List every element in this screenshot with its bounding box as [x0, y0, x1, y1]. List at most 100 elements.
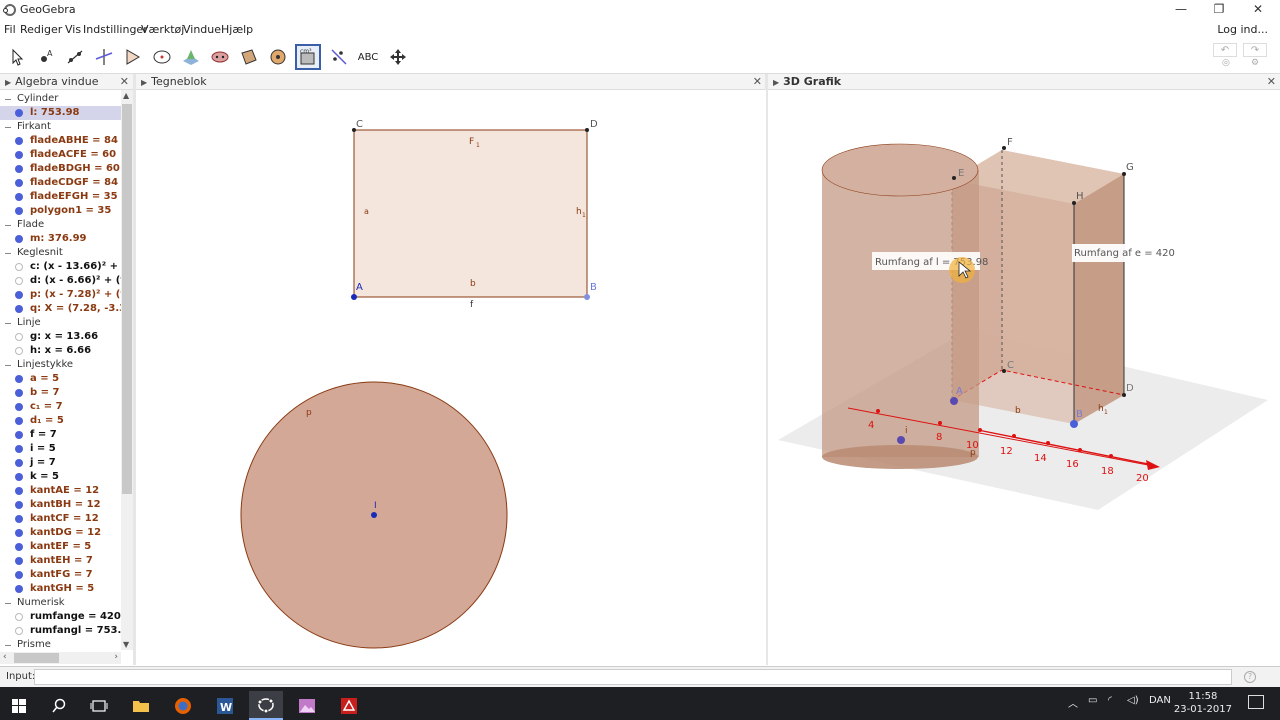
point3d-a[interactable]: [950, 397, 958, 405]
acrobat-icon[interactable]: [332, 691, 366, 720]
scroll-down-icon[interactable]: ▼: [123, 640, 129, 649]
visibility-toggle-icon[interactable]: [15, 543, 23, 551]
visibility-toggle-icon[interactable]: [15, 179, 23, 187]
visibility-toggle-icon[interactable]: [15, 487, 23, 495]
point3d-b[interactable]: [1070, 420, 1078, 428]
visibility-toggle-icon[interactable]: [15, 403, 23, 411]
firefox-icon[interactable]: [166, 691, 200, 720]
visibility-toggle-icon[interactable]: [15, 207, 23, 215]
algebra-item[interactable]: fladeABHE = 84: [0, 134, 122, 148]
algebra-category[interactable]: Prisme: [0, 638, 122, 652]
line-tool-icon[interactable]: [62, 44, 88, 70]
point3d-c[interactable]: [1002, 369, 1006, 373]
algebra-category[interactable]: Flade: [0, 218, 122, 232]
algebra-item[interactable]: j = 7: [0, 456, 122, 470]
algebra-category[interactable]: Numerisk: [0, 596, 122, 610]
algebra-item[interactable]: kantCF = 12: [0, 512, 122, 526]
input-help-icon[interactable]: ?: [1244, 671, 1256, 683]
algebra-item[interactable]: c: (x - 13.66)² + (y -: [0, 260, 122, 274]
algebra-item[interactable]: q: X = (7.28, -3.32,: [0, 302, 122, 316]
algebra-item[interactable]: m: 376.99: [0, 232, 122, 246]
menu-hjaelp[interactable]: Hjælp: [221, 23, 253, 36]
algebra-item[interactable]: b = 7: [0, 386, 122, 400]
visibility-toggle-icon[interactable]: [15, 347, 23, 355]
wifi-icon[interactable]: ◜: [1108, 695, 1112, 706]
visibility-toggle-icon[interactable]: [15, 459, 23, 467]
visibility-toggle-icon[interactable]: [15, 109, 23, 117]
expand-triangle-icon[interactable]: ▶: [141, 75, 147, 91]
redo-icon[interactable]: ↷: [1243, 43, 1267, 57]
visibility-toggle-icon[interactable]: [15, 291, 23, 299]
restore-button[interactable]: ❐: [1200, 0, 1238, 20]
cylinder-body[interactable]: [822, 170, 979, 457]
login-link[interactable]: Log ind...: [1217, 23, 1268, 36]
algebra-item[interactable]: c₁ = 7: [0, 400, 122, 414]
windows-start-icon[interactable]: [2, 691, 36, 720]
menu-vindue[interactable]: Vindue: [183, 23, 221, 36]
visibility-toggle-icon[interactable]: [15, 557, 23, 565]
algebra-item[interactable]: fladeACFE = 60: [0, 148, 122, 162]
word-icon[interactable]: W: [208, 691, 242, 720]
visibility-toggle-icon[interactable]: [15, 333, 23, 341]
rectangle-face[interactable]: [353, 129, 588, 298]
visibility-toggle-icon[interactable]: [15, 613, 23, 621]
algebra-category[interactable]: Firkant: [0, 120, 122, 134]
visibility-toggle-icon[interactable]: [15, 151, 23, 159]
input-field[interactable]: [34, 669, 1232, 685]
visibility-toggle-icon[interactable]: [15, 501, 23, 509]
language-indicator[interactable]: DAN: [1149, 695, 1171, 706]
search-icon[interactable]: [42, 691, 76, 720]
close-algebra-icon[interactable]: ✕: [120, 74, 129, 90]
algebra-category[interactable]: Linjestykke: [0, 358, 122, 372]
close-graphics3d-icon[interactable]: ✕: [1267, 74, 1276, 90]
close-button[interactable]: ✕: [1239, 0, 1277, 20]
circle-tool-icon[interactable]: [149, 44, 175, 70]
algebra-item[interactable]: polygon1 = 35: [0, 204, 122, 218]
algebra-item[interactable]: fladeEFGH = 35: [0, 190, 122, 204]
expand-triangle-icon[interactable]: ▶: [773, 75, 779, 91]
algebra-category[interactable]: Cylinder: [0, 92, 122, 106]
menu-rediger[interactable]: Rediger: [20, 23, 62, 36]
point3d-i[interactable]: [897, 436, 905, 444]
algebra-item[interactable]: kantDG = 12: [0, 526, 122, 540]
undo-icon[interactable]: ↶: [1213, 43, 1237, 57]
visibility-toggle-icon[interactable]: [15, 627, 23, 635]
menu-vaerktoej[interactable]: Værktøj: [141, 23, 184, 36]
visibility-toggle-icon[interactable]: [15, 529, 23, 537]
close-graphics-icon[interactable]: ✕: [753, 74, 762, 90]
scroll-up-icon[interactable]: ▲: [123, 91, 129, 100]
algebra-item[interactable]: f = 7: [0, 428, 122, 442]
point-b[interactable]: [584, 294, 590, 300]
polygon-tool-icon[interactable]: [120, 44, 146, 70]
scrollbar-thumb[interactable]: [122, 104, 132, 494]
expand-triangle-icon[interactable]: ▶: [5, 75, 11, 91]
menu-indstillinger[interactable]: Indstillinger: [83, 23, 148, 36]
task-view-icon[interactable]: [82, 691, 116, 720]
menu-fil[interactable]: Fil: [4, 23, 16, 36]
visibility-toggle-icon[interactable]: [15, 263, 23, 271]
point-tool-icon[interactable]: A: [33, 44, 59, 70]
scroll-right-icon[interactable]: ›: [114, 652, 118, 662]
net-tool-icon[interactable]: [236, 44, 262, 70]
visibility-toggle-icon[interactable]: [15, 193, 23, 201]
algebra-category[interactable]: Linje: [0, 316, 122, 330]
file-explorer-icon[interactable]: [124, 691, 158, 720]
algebra-item[interactable]: k = 5: [0, 470, 122, 484]
move-tool-icon[interactable]: [4, 44, 30, 70]
visibility-toggle-icon[interactable]: [15, 277, 23, 285]
move-view-tool-icon[interactable]: [385, 44, 411, 70]
point3d-f[interactable]: [1002, 146, 1006, 150]
algebra-item[interactable]: kantEH = 7: [0, 554, 122, 568]
visibility-toggle-icon[interactable]: [15, 417, 23, 425]
clock[interactable]: 11:58 23-01-2017: [1174, 690, 1232, 716]
point3d-e[interactable]: [952, 176, 956, 180]
visibility-toggle-icon[interactable]: [15, 515, 23, 523]
volume-tool-icon[interactable]: cm³: [295, 44, 321, 70]
algebra-item[interactable]: g: x = 13.66: [0, 330, 122, 344]
visibility-toggle-icon[interactable]: [15, 305, 23, 313]
algebra-item[interactable]: kantAE = 12: [0, 484, 122, 498]
algebra-item[interactable]: kantGH = 5: [0, 582, 122, 596]
algebra-item[interactable]: d: (x - 6.66)² + (y -: [0, 274, 122, 288]
photos-icon[interactable]: [290, 691, 324, 720]
reflect-tool-icon[interactable]: [326, 44, 352, 70]
